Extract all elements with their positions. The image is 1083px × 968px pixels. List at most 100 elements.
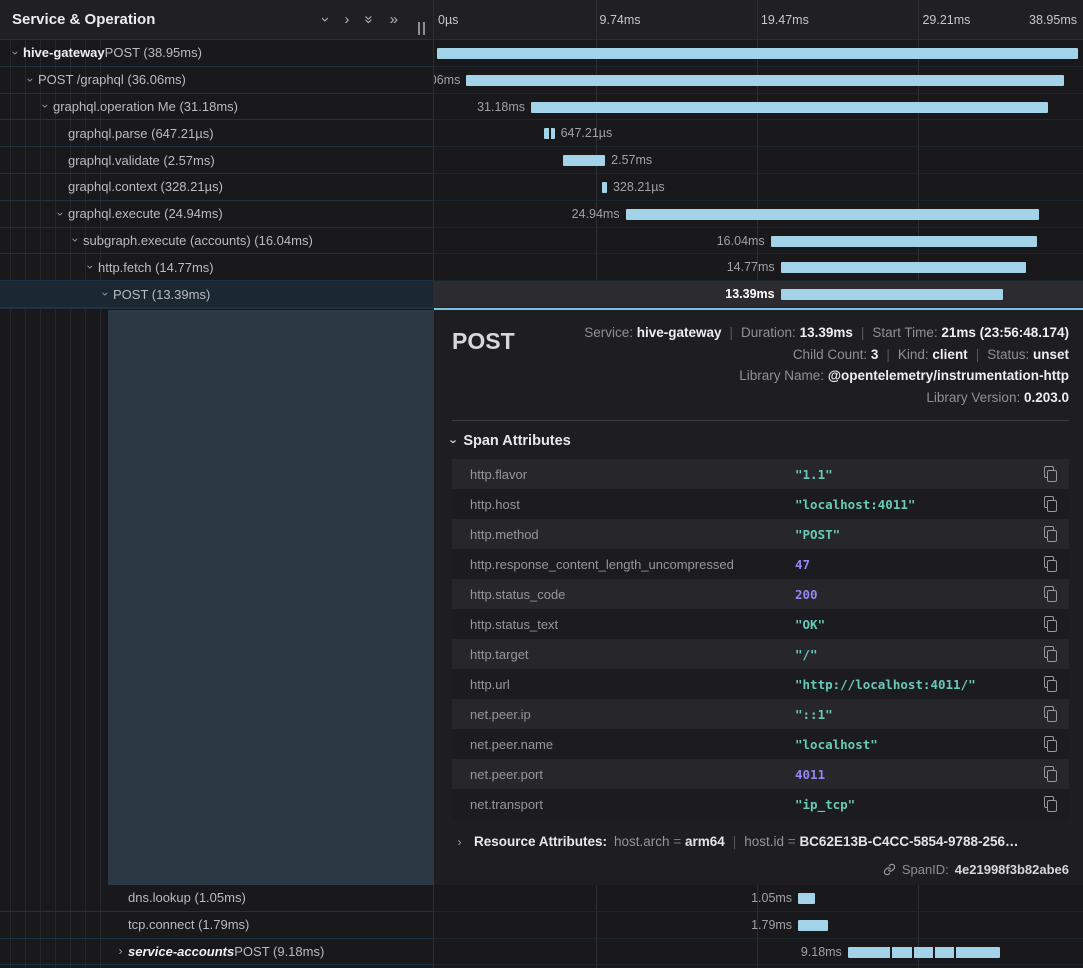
detail-meta-line: Library Version: 0.203.0: [515, 387, 1069, 409]
span-bar[interactable]: [781, 289, 1003, 300]
timeline-row[interactable]: 13.39ms: [434, 281, 1083, 308]
copy-icon[interactable]: [1043, 706, 1057, 722]
attribute-key: net.peer.name: [470, 737, 795, 752]
timeline-panel: 0µs9.74ms19.47ms29.21ms38.95ms 38.95ms36…: [434, 0, 1083, 968]
span-title: POST: [452, 322, 515, 355]
duration-label: 31.18ms: [477, 94, 525, 121]
copy-icon[interactable]: [1043, 796, 1057, 812]
span-bar[interactable]: [626, 209, 1040, 220]
resource-attributes-toggle[interactable]: › Resource Attributes: host.arch = arm64…: [452, 834, 1069, 849]
span-label: graphql.operation Me (31.18ms): [53, 99, 238, 114]
copy-icon[interactable]: [1043, 646, 1057, 662]
tree-row[interactable]: ›POST /graphql (36.06ms): [0, 67, 433, 94]
span-label: hive-gateway: [23, 45, 105, 60]
timeline-row[interactable]: 9.18ms: [434, 939, 1083, 966]
span-bar[interactable]: [544, 128, 555, 139]
span-id-label: SpanID:: [902, 862, 949, 877]
bar-rows-bottom: 1.05ms1.79ms9.18ms: [434, 885, 1083, 968]
tree-row[interactable]: graphql.context (328.21µs): [0, 174, 433, 201]
ruler-tick-label: 9.74ms: [600, 13, 641, 27]
tree-row[interactable]: graphql.parse (647.21µs): [0, 120, 433, 147]
span-bar[interactable]: [602, 182, 607, 193]
span-bar[interactable]: [437, 48, 1077, 59]
copy-icon[interactable]: [1043, 556, 1057, 572]
copy-icon[interactable]: [1043, 496, 1057, 512]
tree-row[interactable]: ›service-accounts POST (9.18ms): [0, 939, 433, 966]
span-bar[interactable]: [531, 102, 1048, 113]
attribute-row: http.url"http://localhost:4011/": [452, 669, 1069, 699]
chevron-down-icon[interactable]: ›: [100, 287, 112, 302]
attribute-row: http.method"POST": [452, 519, 1069, 549]
tree-row[interactable]: ›graphql.execute (24.94ms): [0, 201, 433, 228]
duration-label: 1.79ms: [751, 912, 792, 939]
timeline-row[interactable]: 38.95ms: [434, 40, 1083, 67]
bar-segment-tick: [933, 947, 935, 958]
span-meta: Service: hive-gateway|Duration: 13.39ms|…: [515, 322, 1069, 408]
ruler-tick-label: 38.95ms: [1029, 13, 1077, 27]
chevron-down-icon[interactable]: ›: [318, 17, 333, 22]
span-bar[interactable]: [798, 920, 828, 931]
tree-row[interactable]: ›hive-gateway POST (38.95ms): [0, 40, 433, 67]
tree-row[interactable]: ›http.fetch (14.77ms): [0, 254, 433, 281]
panel-title: Service & Operation: [12, 11, 323, 28]
timeline-row[interactable]: 16.04ms: [434, 228, 1083, 255]
timeline-row[interactable]: 1.05ms: [434, 885, 1083, 912]
span-label: graphql.validate (2.57ms): [68, 153, 215, 168]
chevron-down-icon[interactable]: ›: [70, 233, 82, 248]
copy-icon[interactable]: [1043, 616, 1057, 632]
attribute-value: 4011: [795, 767, 1033, 782]
copy-icon[interactable]: [1043, 766, 1057, 782]
bar-segment-tick: [890, 947, 892, 958]
attribute-key: http.target: [470, 647, 795, 662]
chevron-down-icon[interactable]: ›: [85, 260, 97, 275]
span-bar[interactable]: [563, 155, 606, 166]
duration-label: 24.94ms: [572, 201, 620, 228]
copy-icon[interactable]: [1043, 676, 1057, 692]
attribute-row: net.peer.name"localhost": [452, 729, 1069, 759]
chevron-right-icon[interactable]: ›: [344, 12, 349, 27]
timeline-row[interactable]: 24.94ms: [434, 201, 1083, 228]
span-bar[interactable]: [798, 893, 815, 904]
double-chevron-right-icon[interactable]: »: [390, 12, 398, 27]
tree-row[interactable]: ›graphql.operation Me (31.18ms): [0, 94, 433, 121]
copy-icon[interactable]: [1043, 736, 1057, 752]
span-bar[interactable]: [848, 947, 1000, 958]
chevron-down-icon[interactable]: ›: [55, 206, 67, 221]
attribute-key: http.url: [470, 677, 795, 692]
copy-icon[interactable]: [1043, 466, 1057, 482]
tree-row[interactable]: dns.lookup (1.05ms): [0, 885, 433, 912]
span-attributes-toggle[interactable]: › Span Attributes: [452, 433, 1069, 449]
selected-span-expansion: [108, 310, 434, 885]
equals-sign: =: [784, 834, 799, 849]
tree-rows-bottom: dns.lookup (1.05ms)tcp.connect (1.79ms)›…: [0, 885, 433, 968]
duration-label: 13.39ms: [725, 281, 774, 308]
chevron-down-icon[interactable]: ›: [10, 45, 22, 60]
span-bar[interactable]: [781, 262, 1026, 273]
detail-meta-line: Child Count: 3|Kind: client|Status: unse…: [515, 344, 1069, 366]
double-chevron-down-icon[interactable]: »: [362, 15, 377, 23]
timeline-row[interactable]: 31.18ms: [434, 94, 1083, 121]
copy-icon[interactable]: [1043, 526, 1057, 542]
duration-label: 328.21µs: [613, 174, 665, 201]
timeline-row[interactable]: 14.77ms: [434, 254, 1083, 281]
timeline-row[interactable]: 328.21µs: [434, 174, 1083, 201]
timeline-row[interactable]: 1.79ms: [434, 912, 1083, 939]
tree-row[interactable]: ›POST (13.39ms): [0, 281, 433, 308]
span-bar[interactable]: [771, 236, 1037, 247]
tree-row[interactable]: ›subgraph.execute (accounts) (16.04ms): [0, 228, 433, 255]
separator: |: [878, 347, 898, 362]
tree-row[interactable]: tcp.connect (1.79ms): [0, 912, 433, 939]
chevron-right-icon[interactable]: ›: [113, 945, 128, 957]
timeline-row[interactable]: 36.06ms: [434, 67, 1083, 94]
meta-label: Kind:: [898, 347, 933, 362]
separator: |: [725, 834, 745, 849]
chevron-down-icon[interactable]: ›: [25, 72, 37, 87]
copy-icon[interactable]: [1043, 586, 1057, 602]
span-bar[interactable]: [466, 75, 1064, 86]
timeline-row[interactable]: 647.21µs: [434, 120, 1083, 147]
panel-resize-handle[interactable]: [418, 22, 425, 35]
chevron-down-icon[interactable]: ›: [40, 99, 52, 114]
timeline-row[interactable]: 2.57ms: [434, 147, 1083, 174]
timeline-ruler: 0µs9.74ms19.47ms29.21ms38.95ms: [434, 0, 1083, 40]
tree-row[interactable]: graphql.validate (2.57ms): [0, 147, 433, 174]
